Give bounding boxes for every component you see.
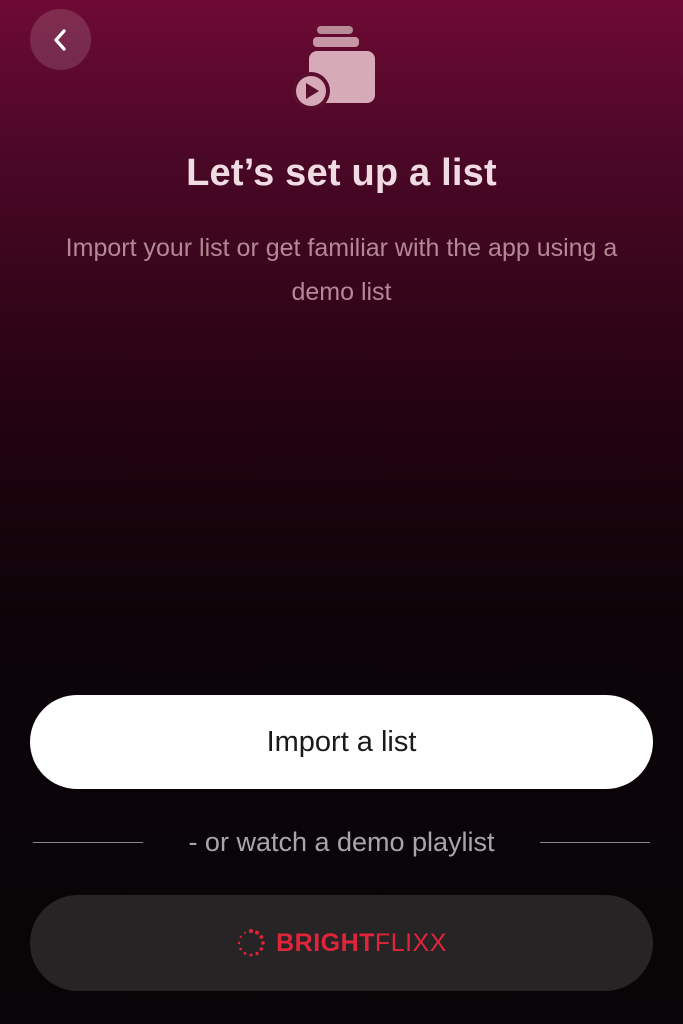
brand-name-light: FLIXX	[374, 928, 447, 957]
divider-line-right	[540, 841, 650, 843]
page-title: Let’s set up a list	[186, 152, 497, 194]
divider-line-left	[33, 841, 143, 843]
import-list-button[interactable]: Import a list	[30, 695, 653, 789]
page-subtitle: Import your list or get familiar with th…	[65, 234, 618, 306]
dotted-circle-logo-icon	[237, 928, 265, 957]
stacked-media-play-icon	[292, 26, 375, 110]
divider-text: - or watch a demo playlist	[188, 826, 495, 857]
demo-divider: - or watch a demo playlist	[33, 822, 650, 862]
brand-name: BRIGHT FLIXX	[276, 929, 447, 958]
chevron-left-icon	[53, 28, 66, 51]
demo-playlist-button[interactable]: BRIGHT FLIXX	[30, 895, 653, 991]
back-button[interactable]	[30, 9, 91, 70]
brand-name-bold: BRIGHT	[276, 928, 375, 957]
brand-logo: BRIGHT FLIXX	[236, 928, 447, 958]
